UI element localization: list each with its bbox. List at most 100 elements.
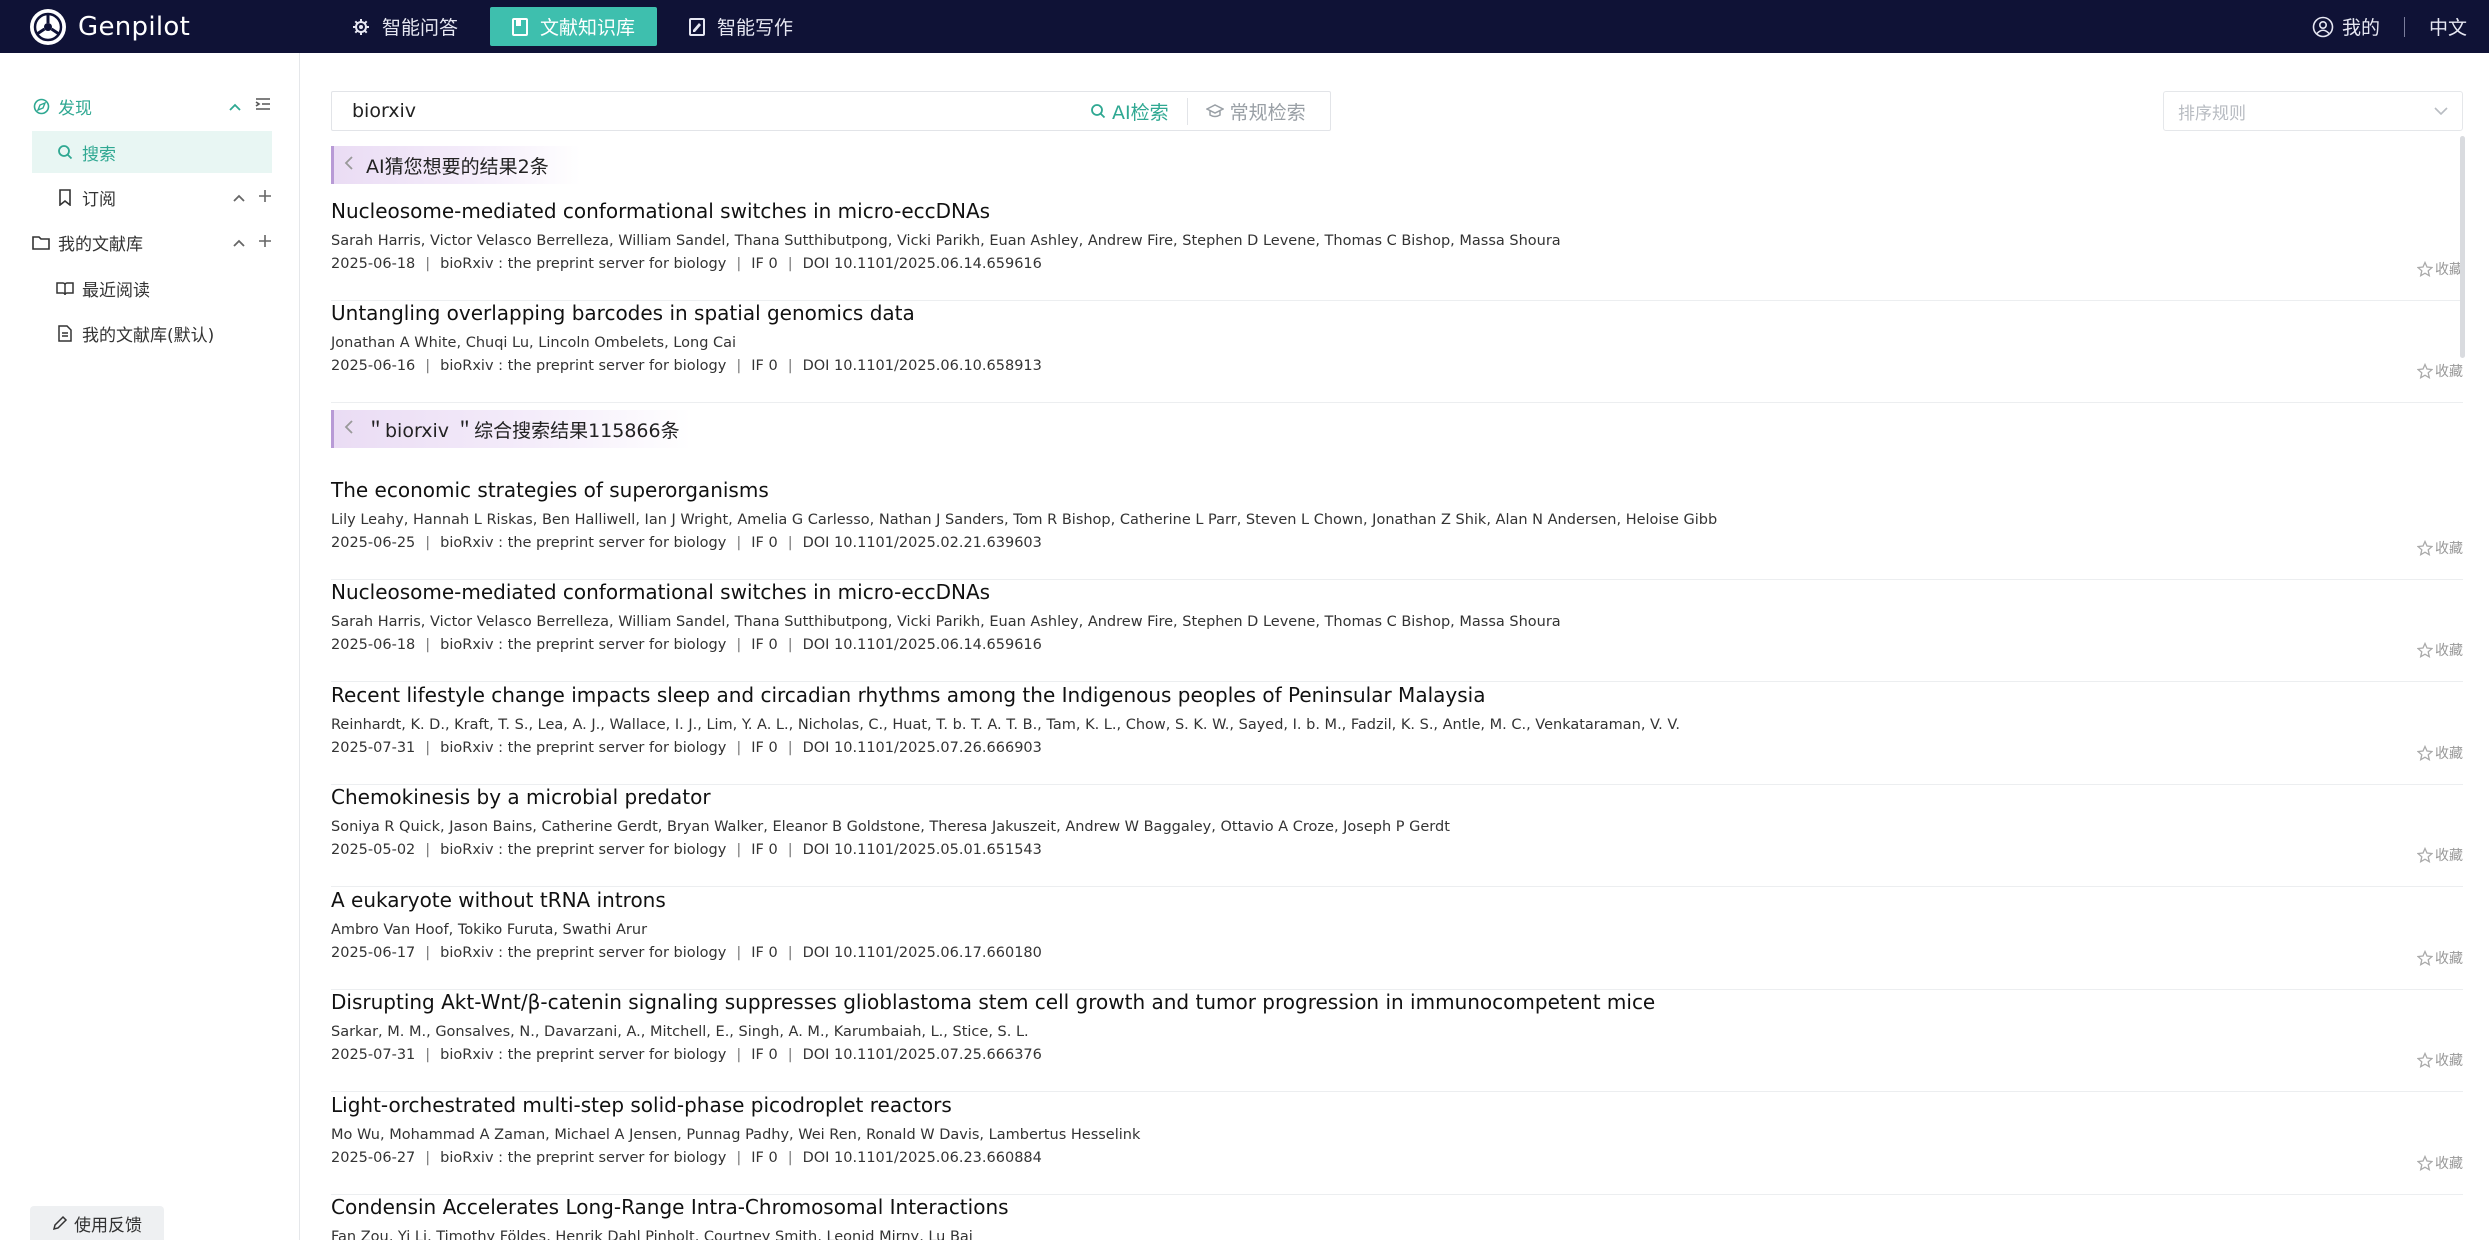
result-doi[interactable]: DOI 10.1101/2025.06.17.660180 — [803, 945, 1042, 961]
result-doi[interactable]: DOI 10.1101/2025.07.25.666376 — [803, 1047, 1042, 1063]
sidebar-item-subscribe[interactable]: 订阅 — [32, 176, 272, 218]
sort-select[interactable]: 排序规则 — [2163, 91, 2463, 131]
favorite-label: 收藏 — [2435, 643, 2463, 659]
sidebar-item-default-library[interactable]: 我的文献库(默认) — [32, 312, 272, 354]
result-doi[interactable]: DOI 10.1101/2025.06.10.658913 — [803, 358, 1042, 374]
add-icon[interactable] — [258, 188, 272, 207]
star-icon — [2417, 1155, 2433, 1171]
result-doi[interactable]: DOI 10.1101/2025.06.23.660884 — [803, 1150, 1042, 1166]
result-date: 2025-06-16 — [331, 358, 416, 374]
result-if: IF 0 — [751, 358, 778, 374]
result-meta: 2025-07-31 | bioRxiv : the preprint server… — [331, 1047, 1042, 1063]
document-icon — [56, 324, 74, 342]
brand-logo[interactable]: Genpilot — [30, 8, 330, 45]
result-meta: 2025-06-25 | bioRxiv : the preprint server… — [331, 535, 1042, 551]
result-doi[interactable]: DOI 10.1101/2025.06.14.659616 — [803, 256, 1042, 272]
chevron-left-icon[interactable] — [344, 155, 354, 176]
tab-smart-writing[interactable]: 智能写作 — [667, 7, 815, 46]
result-authors: Sarkar, M. M., Gonsalves, N., Davarzani,… — [331, 1024, 1029, 1040]
folder-icon — [32, 233, 50, 251]
star-icon — [2417, 847, 2433, 863]
result-if: IF 0 — [751, 637, 778, 653]
favorite-button[interactable]: 收藏 — [2417, 1153, 2463, 1173]
result-date: 2025-06-27 — [331, 1150, 416, 1166]
sidebar-item-label: 发现 — [58, 98, 92, 119]
tab-smart-qa[interactable]: 智能问答 — [330, 7, 480, 46]
results-scrollbar[interactable] — [2460, 136, 2465, 358]
result-title[interactable]: The economic strategies of superorganism… — [331, 478, 769, 502]
result-authors: Fan Zou, Yi Li, Timothy Földes, Henrik D… — [331, 1229, 973, 1240]
sidebar: 发现 搜索 订阅 我的文献库 最近阅读 我的文献库(默认) 使用反馈 — [0, 53, 300, 1240]
sidebar-item-search[interactable]: 搜索 — [32, 131, 272, 173]
result-title[interactable]: Recent lifestyle change impacts sleep an… — [331, 683, 1485, 707]
favorite-button[interactable]: 收藏 — [2417, 743, 2463, 763]
sidebar-item-label: 搜索 — [82, 144, 116, 165]
collapse-icon[interactable] — [232, 188, 246, 207]
search-input[interactable] — [332, 100, 1072, 122]
result-doi[interactable]: DOI 10.1101/2025.07.26.666903 — [803, 740, 1042, 756]
normal-search-label: 常规检索 — [1229, 101, 1306, 124]
favorite-button[interactable]: 收藏 — [2417, 948, 2463, 968]
ai-results-heading-text: AI猜您想要的结果2条 — [366, 155, 549, 178]
result-if: IF 0 — [751, 842, 778, 858]
result-title[interactable]: Disrupting Akt-Wnt/β-catenin signaling s… — [331, 990, 1655, 1014]
add-icon[interactable] — [258, 233, 272, 252]
menu-fold-icon[interactable] — [254, 96, 272, 116]
favorite-button[interactable]: 收藏 — [2417, 538, 2463, 558]
result-title[interactable]: Condensin Accelerates Long-Range Intra-C… — [331, 1195, 1009, 1219]
favorite-label: 收藏 — [2435, 541, 2463, 557]
collapse-icon[interactable] — [232, 233, 246, 252]
favorite-label: 收藏 — [2435, 364, 2463, 380]
result-doi[interactable]: DOI 10.1101/2025.02.21.639603 — [803, 535, 1042, 551]
result-if: IF 0 — [751, 945, 778, 961]
ai-search-button[interactable]: AI检索 — [1072, 98, 1187, 125]
search-bar: AI检索 常规检索 — [331, 91, 1331, 131]
result-item: Chemokinesis by a microbial predator Son… — [331, 785, 2463, 887]
result-authors: Sarah Harris, Victor Velasco Berrelleza,… — [331, 233, 1561, 249]
result-date: 2025-07-31 — [331, 1047, 416, 1063]
star-icon — [2417, 745, 2433, 761]
result-journal: bioRxiv : the preprint server for biolog… — [440, 740, 727, 756]
user-menu-button[interactable]: 我的 — [2312, 13, 2380, 40]
brand-name: Genpilot — [78, 11, 191, 42]
result-doi[interactable]: DOI 10.1101/2025.05.01.651543 — [803, 842, 1042, 858]
result-authors: Mo Wu, Mohammad A Zaman, Michael A Jense… — [331, 1127, 1141, 1143]
result-title[interactable]: Untangling overlapping barcodes in spati… — [331, 301, 915, 325]
star-icon — [2417, 261, 2433, 277]
result-journal: bioRxiv : the preprint server for biolog… — [440, 256, 727, 272]
favorite-button[interactable]: 收藏 — [2417, 1050, 2463, 1070]
result-title[interactable]: Nucleosome-mediated conformational switc… — [331, 580, 990, 604]
result-if: IF 0 — [751, 740, 778, 756]
result-item: Recent lifestyle change impacts sleep an… — [331, 683, 2463, 785]
sidebar-item-discover[interactable]: 发现 — [32, 85, 272, 127]
result-title[interactable]: A eukaryote without tRNA introns — [331, 888, 666, 912]
chevron-down-icon — [2434, 101, 2448, 121]
result-if: IF 0 — [751, 535, 778, 551]
collapse-icon[interactable] — [228, 97, 242, 116]
result-item: The economic strategies of superorganism… — [331, 478, 2463, 580]
result-doi[interactable]: DOI 10.1101/2025.06.14.659616 — [803, 637, 1042, 653]
chevron-left-icon[interactable] — [344, 419, 354, 440]
ai-results-heading: AI猜您想要的结果2条 — [331, 146, 581, 184]
result-title[interactable]: Light-orchestrated multi-step solid-phas… — [331, 1093, 952, 1117]
favorite-label: 收藏 — [2435, 1053, 2463, 1069]
favorite-button[interactable]: 收藏 — [2417, 640, 2463, 660]
feedback-label: 使用反馈 — [74, 1215, 142, 1236]
sidebar-item-my-library[interactable]: 我的文献库 — [32, 221, 272, 263]
result-item: Nucleosome-mediated conformational switc… — [331, 580, 2463, 682]
language-switch[interactable]: 中文 — [2429, 13, 2467, 40]
result-journal: bioRxiv : the preprint server for biolog… — [440, 358, 727, 374]
tab-literature-library[interactable]: 文献知识库 — [490, 7, 658, 46]
favorite-button[interactable]: 收藏 — [2417, 361, 2463, 381]
sort-placeholder: 排序规则 — [2178, 103, 2246, 124]
result-meta: 2025-05-02 | bioRxiv : the preprint server… — [331, 842, 1042, 858]
result-title[interactable]: Chemokinesis by a microbial predator — [331, 785, 711, 809]
sidebar-item-recent[interactable]: 最近阅读 — [32, 267, 272, 309]
result-title[interactable]: Nucleosome-mediated conformational switc… — [331, 199, 990, 223]
favorite-button[interactable]: 收藏 — [2417, 845, 2463, 865]
top-right-area: 我的 中文 — [2312, 13, 2467, 40]
feedback-button[interactable]: 使用反馈 — [30, 1206, 164, 1240]
normal-search-button[interactable]: 常规检索 — [1186, 97, 1324, 125]
favorite-button[interactable]: 收藏 — [2417, 259, 2463, 279]
graduation-cap-icon — [1205, 104, 1224, 118]
